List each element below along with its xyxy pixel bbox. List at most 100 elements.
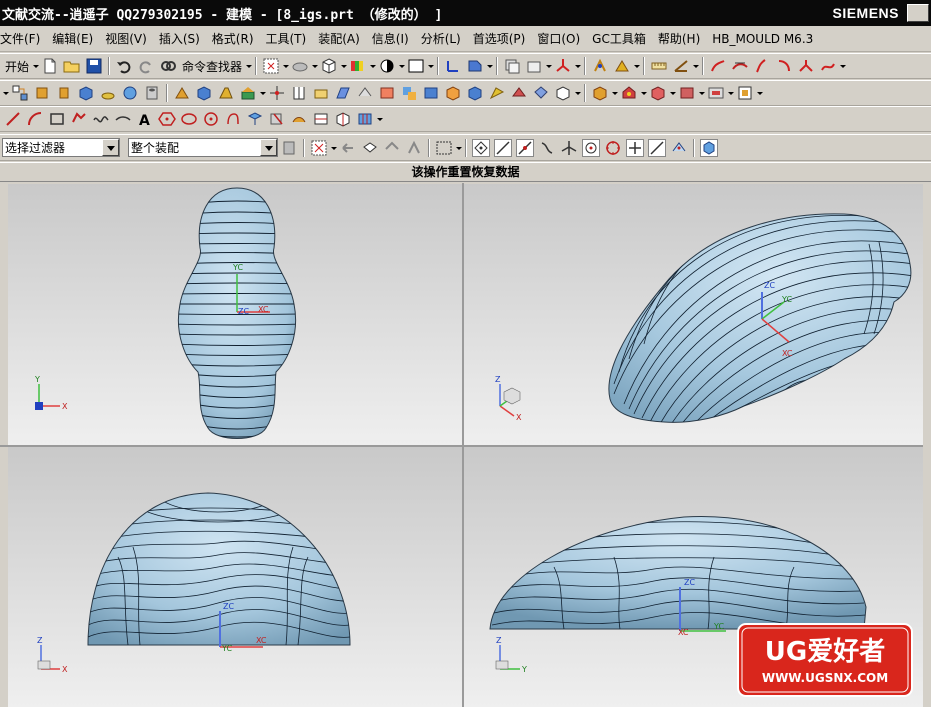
snap-point-on-curve-icon[interactable] — [648, 138, 666, 157]
display-mode-dropdown[interactable] — [340, 57, 348, 75]
general-conic-icon[interactable] — [114, 110, 132, 128]
curve-analysis-icon[interactable] — [709, 57, 727, 75]
selection-box-dropdown[interactable] — [455, 139, 462, 157]
intersection-curve-icon[interactable] — [268, 110, 286, 128]
snap-arc-center-icon[interactable] — [582, 138, 600, 157]
snap-curve-icon[interactable] — [538, 139, 556, 157]
mirror-icon[interactable] — [510, 84, 528, 102]
menu-tools[interactable]: 工具(T) — [266, 30, 313, 47]
mould-tools-dropdown[interactable] — [756, 84, 763, 102]
command-finder-icon[interactable] — [159, 57, 177, 75]
shaded-cube-icon[interactable] — [320, 57, 338, 75]
intersect-icon[interactable] — [488, 84, 506, 102]
select-face-icon[interactable] — [383, 139, 401, 157]
snap-mid-point-icon[interactable] — [516, 138, 534, 157]
menu-edit[interactable]: 编辑(E) — [52, 30, 99, 47]
select-all-dropdown[interactable] — [330, 139, 337, 157]
snap-line-icon[interactable] — [494, 138, 512, 157]
trim-body-icon[interactable] — [239, 84, 257, 102]
sphere-icon[interactable] — [121, 84, 139, 102]
command-finder-dropdown[interactable] — [245, 57, 253, 75]
section-analysis-icon[interactable] — [775, 57, 793, 75]
new-file-icon[interactable] — [41, 57, 59, 75]
mould-core-icon[interactable] — [649, 84, 667, 102]
project-curve-icon[interactable] — [246, 110, 264, 128]
rotate-view-dropdown[interactable] — [311, 57, 319, 75]
menu-gc-toolbox[interactable]: GC工具箱 — [592, 30, 652, 47]
block-icon[interactable] — [77, 84, 95, 102]
sew-icon[interactable] — [554, 84, 572, 102]
draft-icon[interactable] — [356, 84, 374, 102]
mould-core-dropdown[interactable] — [669, 84, 676, 102]
undo-selection-icon[interactable] — [339, 139, 357, 157]
snap-point-icon[interactable] — [591, 57, 609, 75]
selection-scope-combo[interactable]: 整个装配 — [128, 138, 278, 157]
select-all-icon[interactable] — [310, 139, 328, 157]
fit-view-icon[interactable] — [262, 57, 280, 75]
redo-icon[interactable] — [137, 57, 155, 75]
snap-quadrant-icon[interactable] — [604, 139, 622, 157]
mould-insert-icon[interactable] — [678, 84, 696, 102]
spline-icon[interactable] — [92, 110, 110, 128]
extract-curve-icon[interactable] — [290, 110, 308, 128]
fit-view-dropdown[interactable] — [282, 57, 290, 75]
mould-cavity-dropdown[interactable] — [640, 84, 647, 102]
offset-curve-icon[interactable] — [224, 110, 242, 128]
menu-information[interactable]: 信息(I) — [372, 30, 415, 47]
helix-icon[interactable] — [202, 110, 220, 128]
pocket-icon[interactable] — [195, 84, 213, 102]
window-control-button[interactable] — [907, 4, 929, 22]
menu-assembly[interactable]: 装配(A) — [318, 30, 366, 47]
start-button[interactable]: 开始 — [5, 58, 29, 75]
color-palette-icon[interactable] — [349, 57, 367, 75]
cylinder-icon[interactable] — [99, 84, 117, 102]
viewport-bottom-left[interactable]: ZC XC YC Z X — [8, 447, 462, 707]
menu-hb-mould[interactable]: HB_MOULD M6.3 — [712, 32, 819, 46]
mould-part-icon[interactable] — [591, 84, 609, 102]
save-icon[interactable] — [85, 57, 103, 75]
menu-insert[interactable]: 插入(S) — [159, 30, 206, 47]
arc-icon[interactable] — [26, 110, 44, 128]
snap-end-point-icon[interactable] — [472, 138, 490, 157]
selection-box-icon[interactable] — [435, 139, 453, 157]
wcs-orient-icon[interactable] — [466, 57, 484, 75]
measure-dropdown[interactable] — [692, 57, 700, 75]
mould-base-icon[interactable] — [707, 84, 725, 102]
background-dropdown[interactable] — [427, 57, 435, 75]
bridge-curve-icon[interactable] — [312, 110, 330, 128]
snap-options-icon[interactable] — [613, 57, 631, 75]
split-body-icon[interactable] — [422, 84, 440, 102]
wcs-dropdown[interactable] — [486, 57, 494, 75]
subtract-icon[interactable] — [466, 84, 484, 102]
select-body-icon[interactable] — [361, 139, 379, 157]
pattern-icon[interactable] — [532, 84, 550, 102]
feature-dropdown[interactable] — [259, 84, 266, 102]
combined-projection-icon[interactable] — [334, 110, 352, 128]
face-analysis-icon[interactable] — [731, 57, 749, 75]
edge-blend-icon[interactable] — [290, 84, 308, 102]
layer-settings-icon[interactable] — [503, 57, 521, 75]
mould-tools-icon[interactable] — [736, 84, 754, 102]
point-icon[interactable] — [158, 110, 176, 128]
measure-angle-icon[interactable] — [672, 57, 690, 75]
menu-view[interactable]: 视图(V) — [105, 30, 153, 47]
curve-dropdown[interactable] — [376, 110, 383, 128]
snap-existing-point-icon[interactable] — [626, 138, 644, 157]
rotate-view-icon[interactable] — [291, 57, 309, 75]
chevron-down-icon[interactable] — [102, 139, 119, 156]
snap-dropdown[interactable] — [633, 57, 641, 75]
snap-point-on-face-icon[interactable] — [670, 139, 688, 157]
menu-help[interactable]: 帮助(H) — [658, 30, 706, 47]
extrude-icon[interactable] — [33, 84, 51, 102]
scale-body-icon[interactable] — [400, 84, 418, 102]
draft-analysis-icon[interactable] — [797, 57, 815, 75]
layer-dropdown[interactable] — [545, 57, 553, 75]
pad-icon[interactable] — [217, 84, 235, 102]
datum-csys-icon[interactable] — [554, 57, 572, 75]
menu-preferences[interactable]: 首选项(P) — [473, 30, 532, 47]
select-edge-icon[interactable] — [405, 139, 423, 157]
open-folder-icon[interactable] — [63, 57, 81, 75]
unite-icon[interactable] — [444, 84, 462, 102]
ellipse-icon[interactable] — [180, 110, 198, 128]
wcs-icon[interactable] — [444, 57, 462, 75]
